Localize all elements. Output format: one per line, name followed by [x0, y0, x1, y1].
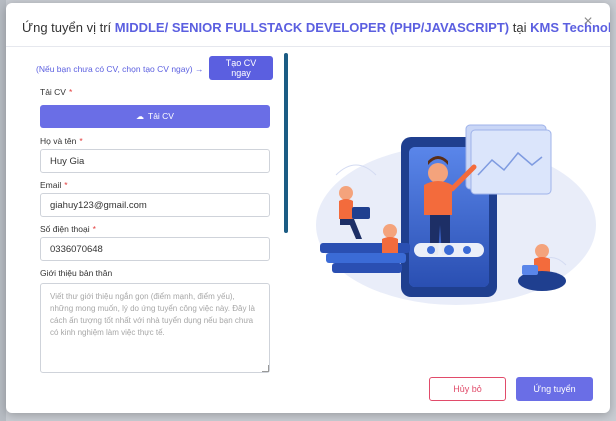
job-title: MIDDLE/ SENIOR FULLSTACK DEVELOPER (PHP/… [114, 20, 510, 35]
required-mark: * [64, 180, 68, 190]
intro-textarea[interactable] [40, 283, 270, 373]
form-scrollbar[interactable] [284, 53, 288, 233]
phone-field[interactable] [40, 237, 270, 261]
phone-label-text: Số điện thoại [40, 224, 90, 234]
modal-header: Ứng tuyển vị trí MIDDLE/ SENIOR FULLSTAC… [6, 3, 610, 47]
no-cv-hint: (Nếu bạn chưa có CV, chọn tạo CV ngay) → [36, 64, 204, 74]
upload-cv-button[interactable]: ☁ Tải CV [40, 105, 270, 128]
apply-job-modal: Ứng tuyển vị trí MIDDLE/ SENIOR FULLSTAC… [6, 3, 610, 413]
title-connector: tại [512, 20, 527, 35]
required-mark: * [92, 224, 96, 234]
email-label: Email * [40, 180, 68, 190]
cloud-upload-icon: ☁ [136, 112, 144, 121]
required-mark: * [68, 87, 73, 97]
application-form: (Nếu bạn chưa có CV, chọn tạo CV ngay) →… [30, 53, 282, 413]
upload-cv-label: Tải CV * [40, 87, 72, 97]
create-cv-button[interactable]: Tạo CV ngay [209, 56, 273, 80]
email-label-text: Email [40, 180, 62, 190]
title-prefix: Ứng tuyển vị trí [22, 20, 112, 35]
intro-label: Giới thiệu bản thân [40, 268, 113, 278]
job-application-illustration [316, 124, 596, 305]
phone-label: Số điện thoại * [40, 224, 96, 234]
close-icon[interactable]: × [580, 14, 596, 30]
email-field[interactable] [40, 193, 270, 217]
cancel-button[interactable]: Hủy bỏ [429, 377, 506, 401]
upload-cv-button-label: Tải CV [148, 111, 174, 121]
company-name: KMS Technology [530, 20, 610, 35]
required-mark: * [79, 136, 83, 146]
upload-cv-label-text: Tải CV [40, 87, 66, 97]
create-cv-row: (Nếu bạn chưa có CV, chọn tạo CV ngay) →… [30, 56, 282, 80]
apply-button[interactable]: Ứng tuyển [516, 377, 593, 401]
fullname-label-text: Họ và tên [40, 136, 77, 146]
resize-handle-icon[interactable] [262, 365, 269, 372]
fullname-field[interactable] [40, 149, 270, 173]
modal-title: Ứng tuyển vị trí MIDDLE/ SENIOR FULLSTAC… [22, 20, 610, 35]
fullname-label: Họ và tên * [40, 136, 83, 146]
